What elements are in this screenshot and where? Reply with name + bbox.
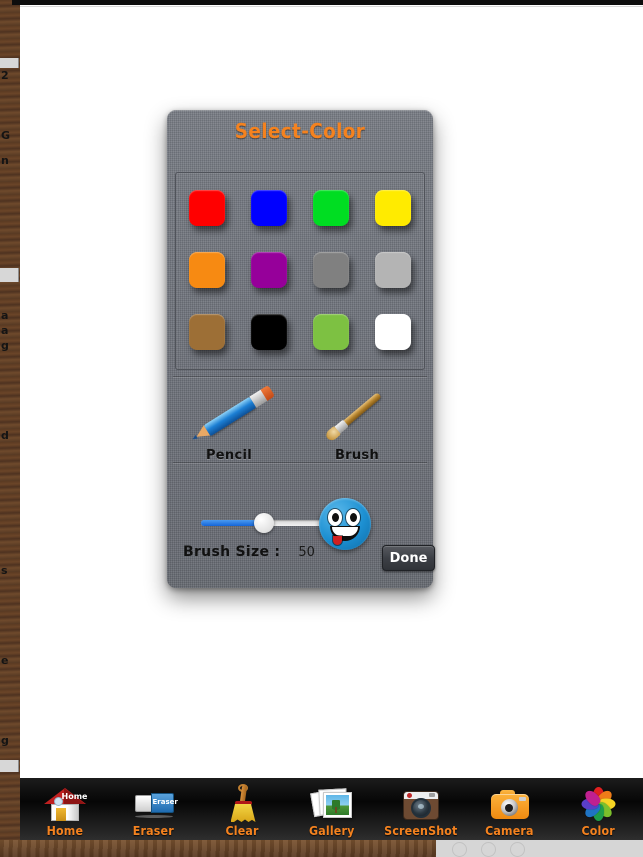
brush-size-label: Brush Size : (183, 544, 281, 560)
color-swatch-light-gray[interactable] (375, 252, 411, 288)
swatch-row (176, 301, 424, 363)
toolbar-label-home: Home (46, 824, 83, 838)
color-swatch-red[interactable] (189, 190, 225, 226)
smiley-eye-right (346, 509, 360, 526)
strip-text-fragment: d (1, 430, 9, 441)
brush-size-slider[interactable] (201, 513, 333, 533)
toolbar-label-eraser: Eraser (132, 824, 175, 838)
toolbar-label-camera: Camera (485, 824, 534, 838)
toolbar-label-gallery: Gallery (308, 824, 355, 838)
broom-icon (221, 783, 265, 823)
tool-brush[interactable]: Brush (309, 392, 405, 463)
gallery-icon (309, 783, 354, 823)
tool-pencil-label: Pencil (205, 448, 253, 463)
strip-chip (0, 58, 19, 68)
color-swatch-yellow[interactable] (375, 190, 411, 226)
camera-icon (488, 783, 532, 823)
smiley-tongue (333, 536, 342, 545)
color-swatch-green[interactable] (313, 190, 349, 226)
screenshot-icon (399, 783, 443, 823)
toolbar-item-gallery[interactable]: Gallery (287, 778, 376, 840)
strip-chip (0, 760, 19, 772)
decorative-circles (452, 842, 525, 857)
done-button[interactable]: Done (382, 545, 435, 571)
toolbar-item-home[interactable]: Home Home (20, 778, 109, 840)
smiley-eye-left (328, 509, 342, 526)
strip-text-fragment: g (1, 735, 9, 746)
strip-text-fragment: s (1, 565, 8, 576)
home-icon: Home (43, 783, 87, 823)
toolbar-label-color: Color (581, 824, 616, 838)
strip-text-fragment: e (1, 655, 8, 666)
slider-thumb[interactable] (254, 513, 275, 533)
smiley-preview[interactable] (319, 498, 371, 550)
color-swatch-blue[interactable] (251, 190, 287, 226)
swatch-row (176, 177, 424, 239)
toolbar-item-screenshot[interactable]: ScreenShot (376, 778, 465, 840)
dialog-title: Select-Color (234, 119, 366, 143)
swatch-row (176, 239, 424, 301)
toolbar-item-color[interactable]: Color (554, 778, 643, 840)
strip-chip (0, 268, 19, 282)
brush-size-row: Brush Size : 50 (183, 544, 315, 560)
tool-brush-label: Brush (334, 448, 380, 463)
background-left-strip: 2 G n a a g d s e g (0, 0, 20, 857)
color-swatch-purple[interactable] (251, 252, 287, 288)
tool-pencil[interactable]: Pencil (181, 385, 277, 463)
divider (173, 462, 427, 463)
brush-size-value: 50 (298, 545, 315, 560)
strip-text-fragment: a (1, 325, 8, 336)
color-swatch-black[interactable] (251, 314, 287, 350)
toolbar-item-camera[interactable]: Camera (465, 778, 554, 840)
toolbar-item-clear[interactable]: Clear (198, 778, 287, 840)
bottom-toolbar: Home Home Eraser Eraser Clear Gallery Sc… (20, 778, 643, 840)
strip-text-fragment: G (1, 130, 10, 141)
color-swatch-grid (175, 172, 425, 370)
strip-text-fragment: n (1, 155, 9, 166)
toolbar-label-clear: Clear (225, 824, 260, 838)
strip-text-fragment: 2 (1, 70, 9, 81)
color-picker-dialog: Select-Color Pencil Brush Brush Size: 5… (167, 110, 435, 588)
color-swatch-orange[interactable] (189, 252, 225, 288)
app-root: 2 G n a a g d s e g Select-Color Pencil … (0, 0, 643, 857)
brush-icon (309, 392, 405, 446)
divider (173, 376, 427, 377)
color-swatch-brown[interactable] (189, 314, 225, 350)
toolbar-label-screenshot: ScreenShot (383, 824, 458, 838)
pencil-icon (181, 385, 277, 446)
color-wheel-icon (577, 783, 621, 823)
color-swatch-gray[interactable] (313, 252, 349, 288)
strip-text-fragment: a (1, 310, 8, 321)
color-swatch-lime[interactable] (313, 314, 349, 350)
wood-texture (0, 840, 436, 857)
bottom-background-strip (0, 840, 643, 857)
strip-text-fragment: g (1, 340, 9, 351)
top-black-bar (12, 0, 643, 5)
eraser-icon: Eraser (132, 783, 178, 823)
toolbar-item-eraser[interactable]: Eraser Eraser (109, 778, 198, 840)
color-swatch-white[interactable] (375, 314, 411, 350)
